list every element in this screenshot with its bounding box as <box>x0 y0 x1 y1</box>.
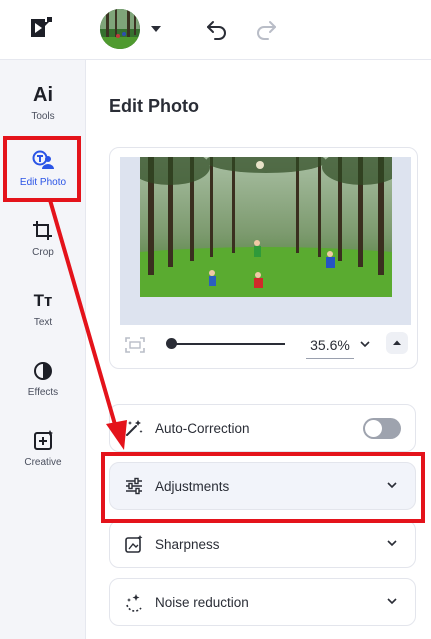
rail-item-label: Effects <box>27 387 59 398</box>
auto-correction-toggle[interactable] <box>363 418 401 439</box>
edit-photo-icon <box>32 150 54 169</box>
rail-item-creative[interactable]: Creative <box>0 428 86 490</box>
photo-preview-card: 35.6% <box>109 147 418 369</box>
ai-tools-icon: Ai <box>33 84 53 106</box>
undo-icon[interactable] <box>205 18 229 40</box>
chevron-down-icon[interactable] <box>151 26 161 32</box>
sharpness-panel[interactable]: Sharpness <box>109 520 416 568</box>
creative-icon <box>34 430 53 450</box>
rail-item-edit-photo[interactable]: Edit Photo <box>0 148 86 210</box>
zoom-slider-track[interactable] <box>172 343 285 345</box>
chevron-down-icon[interactable] <box>387 482 397 489</box>
redo-icon[interactable] <box>254 18 278 40</box>
panel-label: Noise reduction <box>155 595 249 610</box>
caret-up-icon <box>393 340 401 345</box>
rail-item-label: Edit Photo <box>19 177 67 188</box>
avatar[interactable] <box>100 9 140 49</box>
magic-wand-icon <box>126 420 143 436</box>
effects-icon <box>34 362 52 380</box>
crop-icon <box>33 221 52 240</box>
panel-label: Auto-Correction <box>155 421 250 436</box>
rail-item-tools[interactable]: Ai Tools <box>0 82 86 144</box>
rail-item-effects[interactable]: Effects <box>0 358 86 420</box>
photo-preview <box>140 157 392 297</box>
photo-canvas <box>120 157 411 325</box>
rail-item-label: Crop <box>32 247 54 258</box>
left-rail: Ai Tools Edit Photo Crop Tт Text Effects… <box>0 60 86 639</box>
rail-item-label: Text <box>33 317 53 328</box>
chevron-down-icon[interactable] <box>387 598 397 605</box>
collapse-preview-button[interactable] <box>386 332 408 354</box>
panel-label: Sharpness <box>155 537 220 552</box>
app-logo-icon[interactable] <box>29 16 55 40</box>
fit-screen-icon[interactable] <box>124 336 146 354</box>
zoom-value[interactable]: 35.6% <box>306 337 354 359</box>
top-bar <box>0 0 431 60</box>
adjustments-panel[interactable]: Adjustments <box>109 462 416 510</box>
text-icon: Tт <box>33 291 53 310</box>
zoom-slider-handle[interactable] <box>166 338 177 349</box>
rail-item-label: Tools <box>31 111 55 122</box>
rail-item-text[interactable]: Tт Text <box>0 288 86 350</box>
page-title: Edit Photo <box>109 96 199 116</box>
chevron-down-icon[interactable] <box>360 341 370 348</box>
noise-reduction-icon <box>126 594 142 612</box>
editor-page: Ai Tools Edit Photo Crop Tт Text Effects… <box>0 0 431 639</box>
sliders-icon <box>126 477 142 495</box>
panel-label: Adjustments <box>155 479 230 494</box>
rail-item-crop[interactable]: Crop <box>0 218 86 280</box>
sharpness-icon <box>125 535 143 553</box>
chevron-down-icon[interactable] <box>387 540 397 547</box>
noise-reduction-panel[interactable]: Noise reduction <box>109 578 416 626</box>
auto-correction-panel[interactable]: Auto-Correction <box>109 404 416 452</box>
rail-item-label: Creative <box>24 457 62 468</box>
